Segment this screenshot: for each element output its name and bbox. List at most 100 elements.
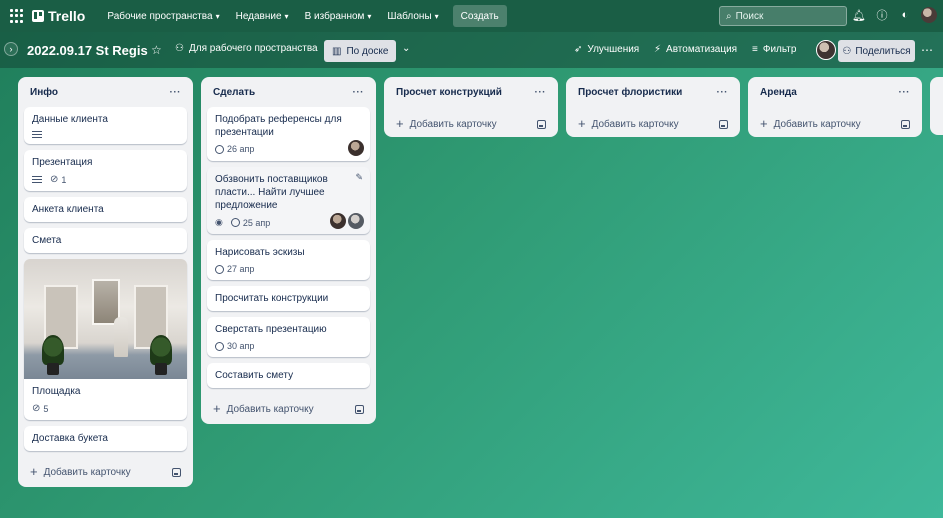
card-badges — [32, 131, 179, 138]
trello-logo[interactable]: Trello — [32, 8, 85, 24]
add-card-label: Добавить карточку — [43, 466, 131, 478]
add-card-button[interactable]: + Добавить карточку — [760, 116, 861, 131]
list-header[interactable]: Просчет конструкций ··· — [390, 77, 552, 107]
board-title[interactable]: 2022.09.17 St Regis — [27, 43, 148, 58]
card-title: Смета — [32, 235, 62, 246]
pencil-icon[interactable]: ✎ — [355, 172, 363, 183]
more-icon[interactable]: ··· — [717, 87, 729, 98]
list-rent: Аренда ··· + Добавить карточку — [748, 77, 922, 137]
card[interactable]: Презентация ⊘ 1 — [24, 150, 187, 191]
improvements-button[interactable]: ➶ Улучшения — [574, 44, 639, 55]
card-title: Подобрать референсы для презентации — [215, 114, 342, 138]
template-icon[interactable] — [719, 119, 728, 129]
template-icon[interactable] — [901, 119, 910, 129]
list-partial — [930, 77, 943, 135]
app-switcher-icon[interactable] — [10, 9, 24, 23]
create-button[interactable]: Создать — [452, 5, 507, 27]
more-icon[interactable]: ··· — [535, 87, 547, 98]
add-card-label: Добавить карточку — [773, 118, 861, 130]
card[interactable]: Данные клиента — [24, 107, 187, 144]
template-icon[interactable] — [355, 404, 364, 414]
card[interactable]: Анкета клиента — [24, 197, 187, 222]
more-icon[interactable]: ⋯ — [921, 43, 933, 57]
list-header[interactable]: Просчет флористики ··· — [572, 77, 734, 107]
menu-recent[interactable]: Недавние ▾ — [228, 4, 297, 28]
improvements-label: Улучшения — [587, 44, 640, 55]
star-icon[interactable]: ☆ — [151, 43, 162, 57]
chevron-down-icon[interactable]: ⌄ — [402, 43, 410, 54]
due-date: 30 апр — [227, 341, 255, 351]
theme-icon[interactable]: ◐ — [898, 8, 912, 22]
help-icon[interactable]: ⓘ — [875, 8, 889, 22]
card-title: Площадка — [32, 386, 81, 397]
paperclip-icon: ⊘ — [32, 403, 41, 414]
card[interactable]: Составить смету — [207, 363, 370, 388]
add-card-row: + Добавить карточку — [207, 394, 370, 424]
automation-label: Автоматизация — [666, 44, 738, 55]
visibility-button[interactable]: ⚇ Для рабочего пространства — [175, 43, 318, 54]
card[interactable]: Площадка ⊘ 5 — [24, 259, 187, 420]
card[interactable]: Нарисовать эскизы 27 апр — [207, 240, 370, 280]
list-title[interactable]: Сделать — [213, 87, 255, 98]
template-icon[interactable] — [172, 467, 181, 477]
due-date-badge: 26 апр — [215, 144, 254, 154]
more-icon[interactable]: ··· — [170, 87, 182, 98]
card-badges: ⊘ 1 — [32, 174, 179, 185]
list-title[interactable]: Просчет флористики — [578, 87, 682, 98]
more-icon[interactable]: ··· — [353, 87, 365, 98]
card[interactable]: ✎ Обзвонить поставщиков пласти... Найти … — [207, 167, 370, 234]
card-cover-image — [24, 259, 187, 379]
add-card-button[interactable]: + Добавить карточку — [213, 402, 314, 415]
card-title: Просчитать конструкции — [215, 293, 329, 304]
card[interactable]: Доставка букета — [24, 426, 187, 451]
more-icon[interactable]: ··· — [899, 87, 911, 98]
menu-templates-label: Шаблоны — [387, 10, 432, 22]
add-card-button[interactable]: + Добавить карточку — [396, 117, 497, 130]
add-card-label: Добавить карточку — [591, 118, 679, 130]
list-title[interactable]: Инфо — [30, 87, 58, 98]
attachments-badge: ⊘ 1 — [50, 174, 66, 185]
list-header[interactable]: Инфо ··· — [24, 77, 187, 107]
card-badges: 27 апр — [215, 264, 362, 274]
card[interactable]: Сверстать презентацию 30 апр — [207, 317, 370, 357]
app-name: Trello — [48, 8, 86, 24]
list-header[interactable]: Сделать ··· — [207, 77, 370, 107]
menu-starred[interactable]: В избранном ▾ — [297, 4, 380, 28]
share-button[interactable]: ⚇ Поделиться — [838, 40, 915, 62]
list-title[interactable]: Просчет конструкций — [396, 87, 502, 98]
avatar[interactable] — [330, 213, 346, 229]
list-header[interactable]: Аренда ··· — [754, 77, 916, 107]
trello-logo-icon — [32, 10, 44, 22]
menu-templates[interactable]: Шаблоны ▾ — [379, 4, 446, 28]
list-title[interactable]: Аренда — [760, 87, 797, 98]
avatar[interactable] — [348, 213, 364, 229]
board-view-button[interactable]: ▥ По доске — [324, 40, 397, 62]
template-icon[interactable] — [537, 119, 546, 129]
description-icon — [32, 131, 42, 138]
cover-plant — [42, 335, 64, 365]
attachments-count: 1 — [61, 174, 67, 185]
clock-icon — [230, 218, 240, 227]
add-card-button[interactable]: + Добавить карточку — [30, 464, 131, 479]
bell-icon[interactable]: 🔔︎ — [852, 8, 866, 22]
card[interactable]: Подобрать референсы для презентации 26 а… — [207, 107, 370, 161]
avatar[interactable] — [816, 40, 836, 60]
card-title: Обзвонить поставщиков пласти... Найти лу… — [215, 174, 328, 211]
search-input[interactable]: ⌕ Поиск — [719, 6, 847, 26]
cover-plant — [150, 335, 172, 365]
avatar[interactable] — [348, 140, 364, 156]
menu-workspaces[interactable]: Рабочие пространства ▾ — [99, 4, 227, 28]
visibility-label: Для рабочего пространства — [188, 43, 318, 54]
automation-button[interactable]: ⚡︎ Автоматизация — [654, 44, 737, 55]
card[interactable]: Просчитать конструкции — [207, 286, 370, 311]
clock-icon — [215, 341, 224, 351]
sidebar-toggle-icon[interactable]: › — [4, 42, 18, 56]
avatar[interactable] — [921, 7, 937, 23]
card[interactable]: Смета — [24, 228, 187, 253]
filter-button[interactable]: ≡ Фильтр — [752, 44, 796, 55]
add-card-button[interactable]: + Добавить карточку — [578, 117, 679, 130]
plus-icon: + — [30, 464, 38, 479]
list-todo: Сделать ··· Подобрать референсы для през… — [201, 77, 376, 424]
topbar-icons: 🔔︎ ⓘ ◐ — [852, 7, 937, 23]
plus-icon: + — [760, 116, 768, 131]
